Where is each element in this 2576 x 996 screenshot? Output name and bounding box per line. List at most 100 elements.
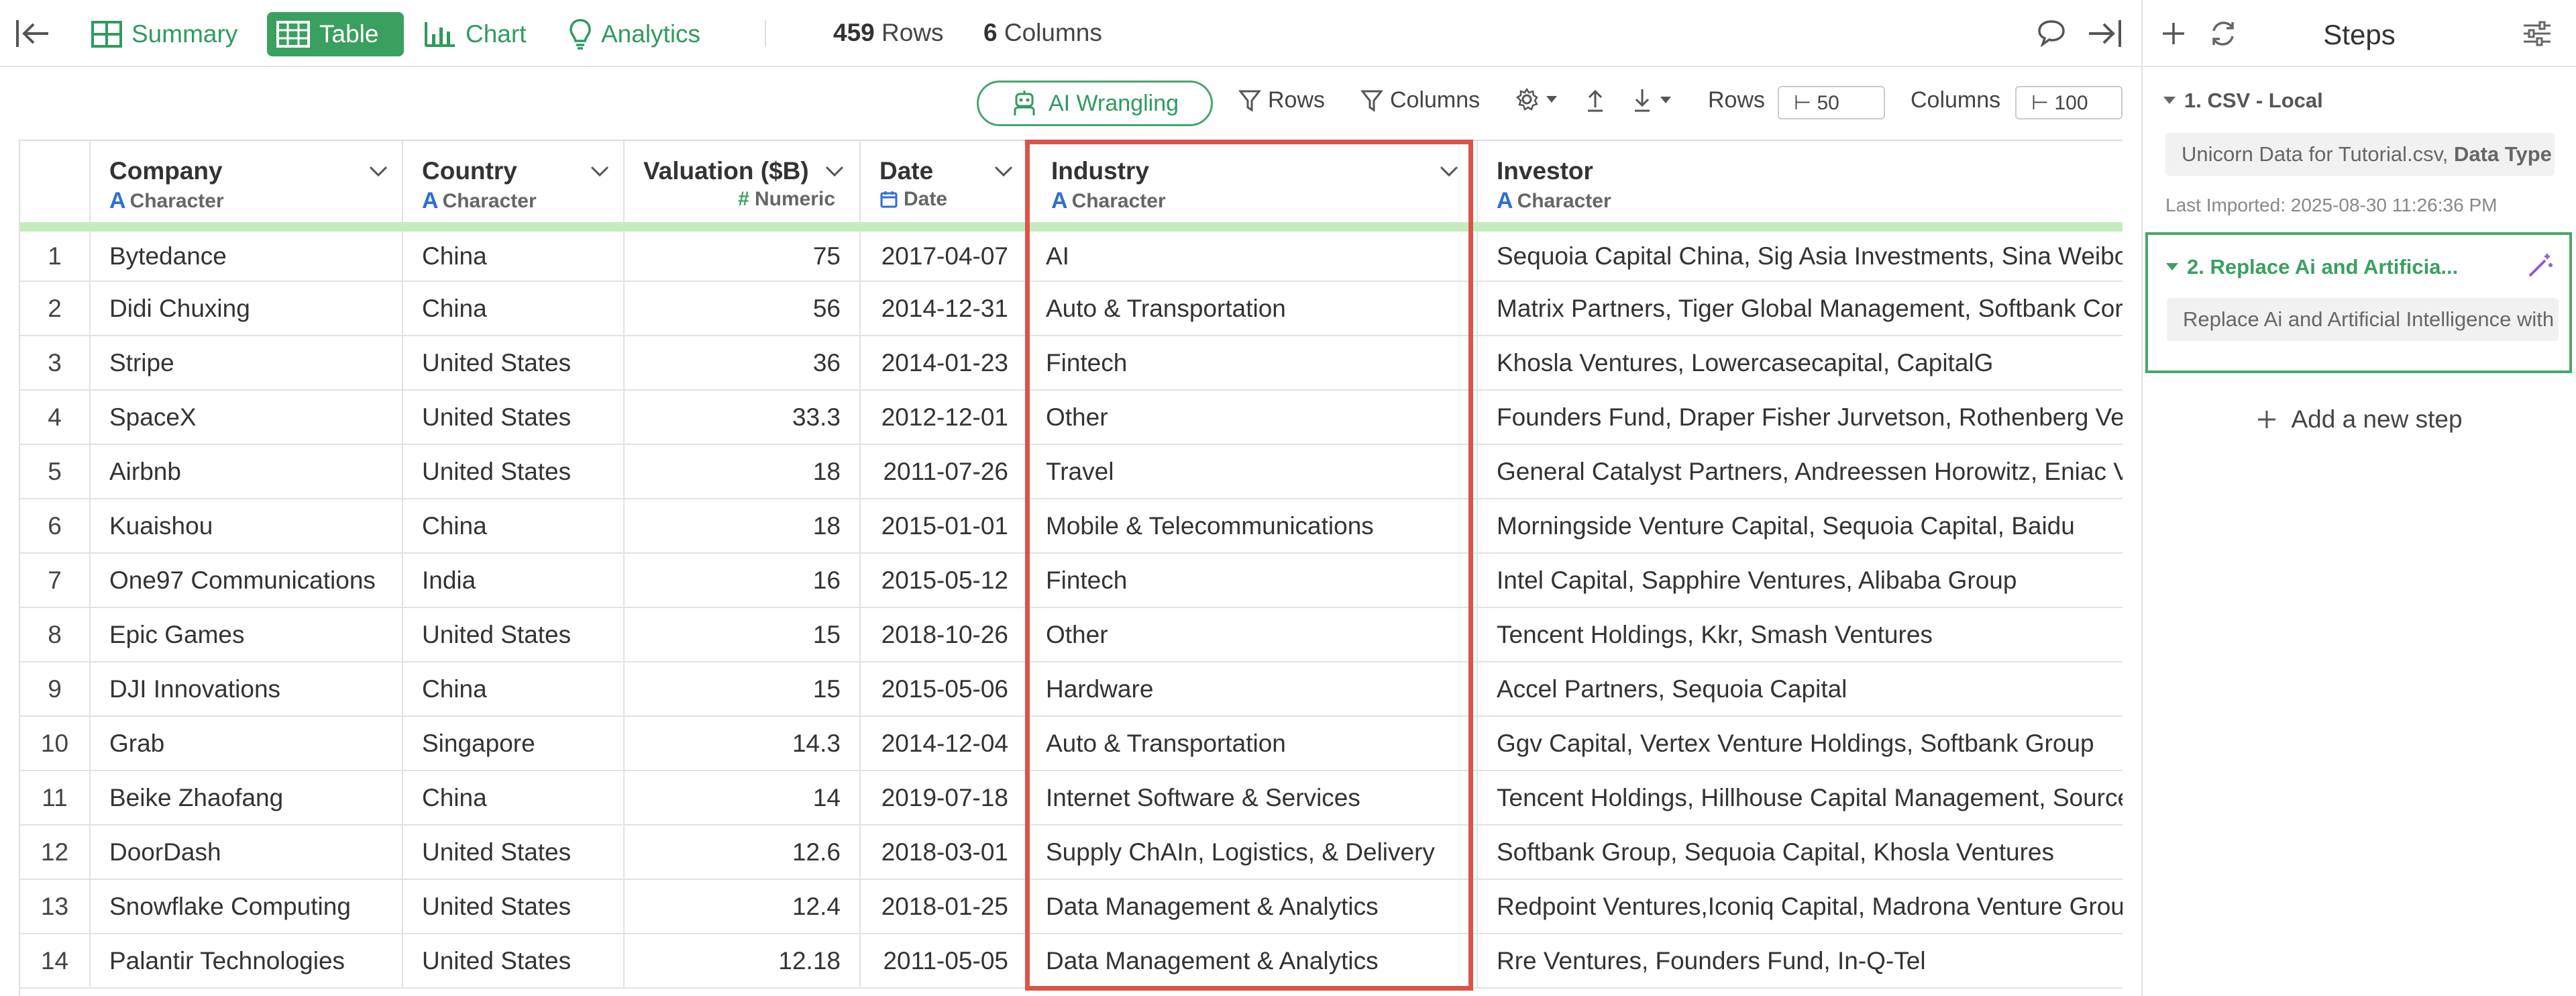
date-cell[interactable]: 2015-05-06: [860, 662, 1028, 717]
company-cell[interactable]: Grab: [90, 716, 403, 771]
chevron-down-icon[interactable]: [368, 165, 388, 177]
country-cell[interactable]: United States: [402, 607, 625, 662]
investor-cell[interactable]: Rre Ventures, Founders Fund, In-Q-Tel: [1477, 934, 2123, 989]
column-header-valuation[interactable]: Valuation ($B) # Numeric: [624, 141, 861, 232]
download-menu-button[interactable]: [1631, 87, 1678, 113]
analytics-view-button[interactable]: Analytics: [559, 12, 712, 56]
industry-cell[interactable]: Supply ChAIn, Logistics, & Delivery: [1028, 825, 1478, 880]
table-view-button[interactable]: Table: [267, 12, 404, 56]
industry-cell[interactable]: Fintech: [1028, 553, 1478, 608]
country-cell[interactable]: China: [402, 281, 625, 336]
valuation-cell[interactable]: 12.6: [624, 825, 861, 880]
chevron-down-icon[interactable]: [590, 165, 610, 177]
valuation-cell[interactable]: 33.3: [624, 390, 861, 445]
industry-cell[interactable]: Hardware: [1028, 662, 1478, 717]
investor-cell[interactable]: Morningside Venture Capital, Sequoia Cap…: [1477, 499, 2123, 554]
valuation-cell[interactable]: 15: [624, 662, 861, 717]
industry-cell[interactable]: Mobile & Telecommunications: [1028, 499, 1478, 554]
valuation-cell[interactable]: 75: [624, 227, 861, 282]
chart-view-button[interactable]: Chart: [415, 12, 538, 56]
date-cell[interactable]: 2017-04-07: [860, 227, 1028, 282]
investor-cell[interactable]: General Catalyst Partners, Andreessen Ho…: [1477, 444, 2123, 499]
settings-menu-button[interactable]: [1515, 87, 1564, 111]
company-cell[interactable]: SpaceX: [90, 390, 403, 445]
column-header-investor[interactable]: Investor A Character: [1477, 141, 2123, 232]
comment-icon[interactable]: [2037, 19, 2066, 47]
column-header-industry[interactable]: Industry A Character: [1028, 141, 1478, 232]
industry-cell[interactable]: Auto & Transportation: [1028, 716, 1478, 771]
company-cell[interactable]: Snowflake Computing: [90, 879, 403, 934]
investor-cell[interactable]: Sequoia Capital China, Sig Asia Investme…: [1477, 227, 2123, 282]
investor-cell[interactable]: Accel Partners, Sequoia Capital: [1477, 662, 2123, 717]
date-cell[interactable]: 2014-12-31: [860, 281, 1028, 336]
industry-cell[interactable]: Fintech: [1028, 336, 1478, 391]
investor-cell[interactable]: Softbank Group, Sequoia Capital, Khosla …: [1477, 825, 2123, 880]
column-header-country[interactable]: Country A Character: [402, 141, 625, 232]
date-cell[interactable]: 2018-03-01: [860, 825, 1028, 880]
chevron-down-icon[interactable]: [1439, 165, 1459, 177]
sort-ascending-button[interactable]: [1585, 87, 1613, 113]
date-cell[interactable]: 2018-01-25: [860, 879, 1028, 934]
sliders-icon[interactable]: [2522, 20, 2552, 47]
investor-cell[interactable]: Intel Capital, Sapphire Ventures, Alibab…: [1477, 553, 2123, 608]
add-step-button[interactable]: Add a new step: [2143, 405, 2576, 434]
country-cell[interactable]: United States: [402, 934, 625, 989]
step-2-card[interactable]: 2. Replace Ai and Artificia... Replace A…: [2145, 232, 2572, 373]
industry-cell[interactable]: Other: [1028, 607, 1478, 662]
date-cell[interactable]: 2012-12-01: [860, 390, 1028, 445]
investor-cell[interactable]: Tencent Holdings, Hillhouse Capital Mana…: [1477, 770, 2123, 826]
company-cell[interactable]: Kuaishou: [90, 499, 403, 554]
step-2-header[interactable]: 2. Replace Ai and Artificia...: [2165, 255, 2458, 279]
investor-cell[interactable]: Khosla Ventures, Lowercasecapital, Capit…: [1477, 336, 2123, 391]
company-cell[interactable]: Epic Games: [90, 607, 403, 662]
company-cell[interactable]: Beike Zhaofang: [90, 770, 403, 826]
rows-limit-input[interactable]: ⊢ 50: [1778, 86, 1885, 119]
collapse-left-icon[interactable]: [15, 17, 51, 50]
date-cell[interactable]: 2014-01-23: [860, 336, 1028, 391]
date-cell[interactable]: 2011-05-05: [860, 934, 1028, 989]
column-header-company[interactable]: Company A Character: [90, 141, 403, 232]
country-cell[interactable]: United States: [402, 390, 625, 445]
valuation-cell[interactable]: 12.18: [624, 934, 861, 989]
company-cell[interactable]: Palantir Technologies: [90, 934, 403, 989]
step-1-detail[interactable]: Unicorn Data for Tutorial.csv, Data Type: [2165, 133, 2555, 176]
step-2-detail[interactable]: Replace Ai and Artificial Intelligence w…: [2167, 298, 2559, 341]
date-cell[interactable]: 2015-05-12: [860, 553, 1028, 608]
investor-cell[interactable]: Founders Fund, Draper Fisher Jurvetson, …: [1477, 390, 2123, 445]
columns-limit-input[interactable]: ⊢ 100: [2015, 86, 2123, 119]
industry-cell[interactable]: Internet Software & Services: [1028, 770, 1478, 826]
company-cell[interactable]: Airbnb: [90, 444, 403, 499]
magic-wand-icon[interactable]: [2526, 252, 2553, 279]
chevron-down-icon[interactable]: [994, 165, 1014, 177]
country-cell[interactable]: India: [402, 553, 625, 608]
industry-cell[interactable]: Auto & Transportation: [1028, 281, 1478, 336]
country-cell[interactable]: China: [402, 499, 625, 554]
summary-view-button[interactable]: Summary: [82, 12, 250, 56]
date-cell[interactable]: 2015-01-01: [860, 499, 1028, 554]
investor-cell[interactable]: Matrix Partners, Tiger Global Management…: [1477, 281, 2123, 336]
country-cell[interactable]: China: [402, 662, 625, 717]
valuation-cell[interactable]: 15: [624, 607, 861, 662]
country-cell[interactable]: United States: [402, 879, 625, 934]
company-cell[interactable]: Didi Chuxing: [90, 281, 403, 336]
date-cell[interactable]: 2011-07-26: [860, 444, 1028, 499]
ai-wrangling-button[interactable]: AI Wrangling: [977, 81, 1213, 126]
industry-cell[interactable]: Data Management & Analytics: [1028, 879, 1478, 934]
investor-cell[interactable]: Ggv Capital, Vertex Venture Holdings, So…: [1477, 716, 2123, 771]
valuation-cell[interactable]: 18: [624, 499, 861, 554]
industry-cell[interactable]: AI: [1028, 227, 1478, 282]
investor-cell[interactable]: Tencent Holdings, Kkr, Smash Ventures: [1477, 607, 2123, 662]
company-cell[interactable]: One97 Communications: [90, 553, 403, 608]
company-cell[interactable]: Stripe: [90, 336, 403, 391]
date-cell[interactable]: 2019-07-18: [860, 770, 1028, 826]
valuation-cell[interactable]: 14: [624, 770, 861, 826]
date-cell[interactable]: 2014-12-04: [860, 716, 1028, 771]
collapse-right-icon[interactable]: [2086, 17, 2123, 50]
step-1-header[interactable]: 1. CSV - Local: [2163, 89, 2323, 113]
company-cell[interactable]: DoorDash: [90, 825, 403, 880]
valuation-cell[interactable]: 18: [624, 444, 861, 499]
industry-cell[interactable]: Other: [1028, 390, 1478, 445]
industry-cell[interactable]: Travel: [1028, 444, 1478, 499]
filter-columns-button[interactable]: Columns: [1360, 87, 1480, 113]
chevron-down-icon[interactable]: [824, 165, 845, 177]
